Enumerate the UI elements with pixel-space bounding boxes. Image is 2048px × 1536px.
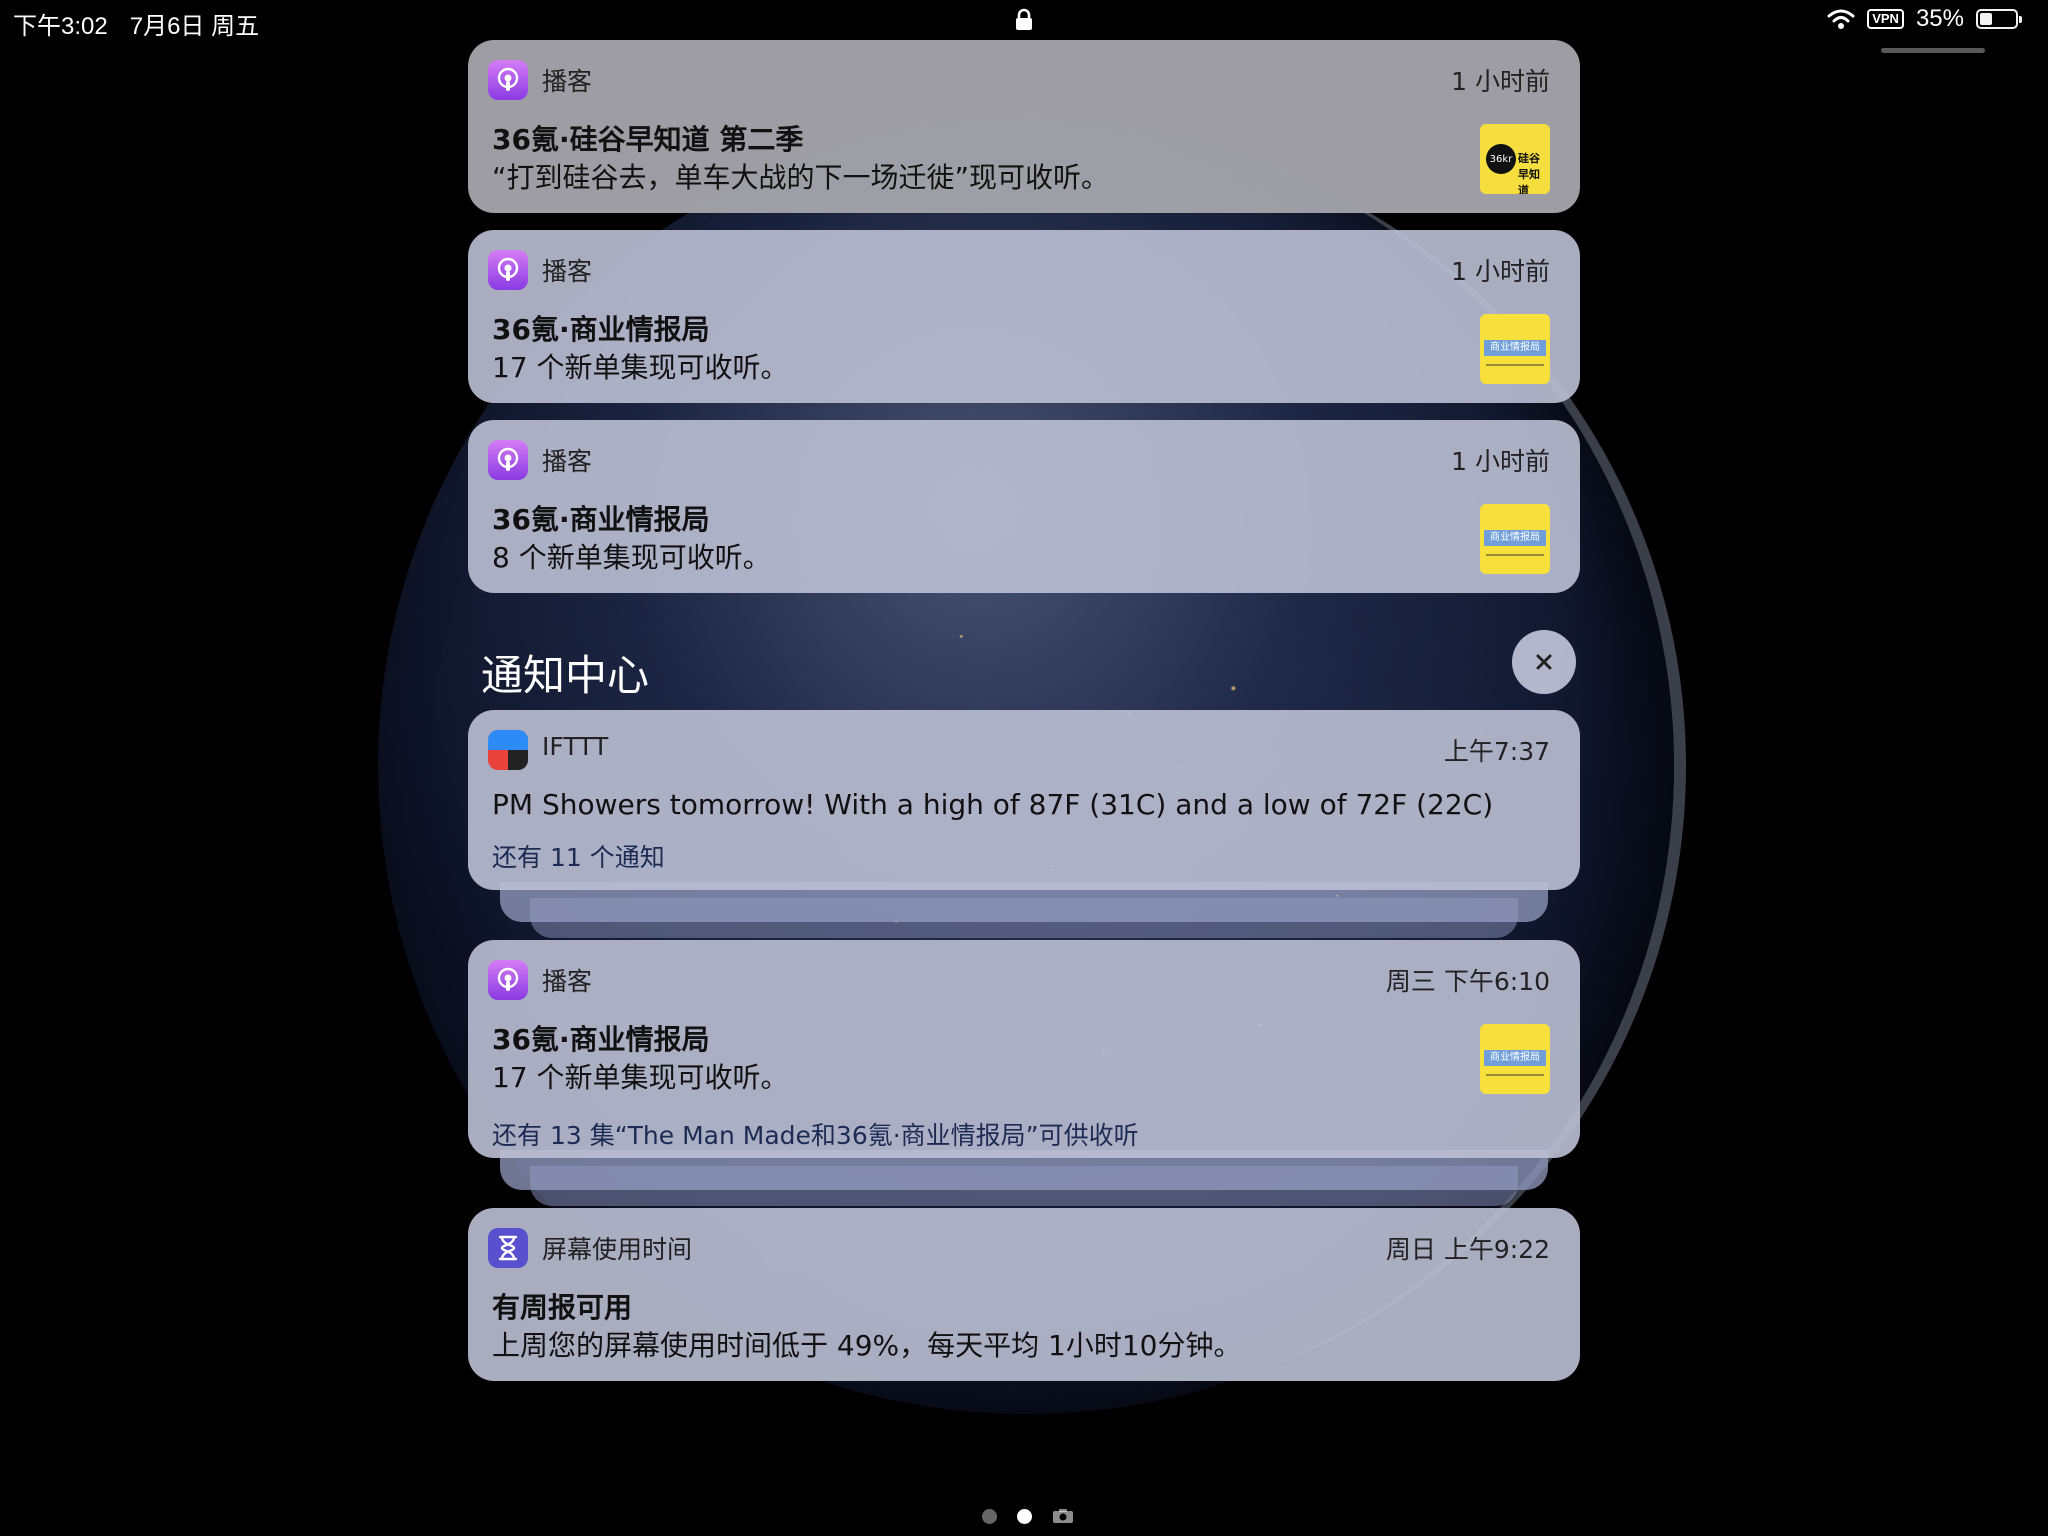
status-bar: 下午3:02 7月6日 周五 VPN 35%: [0, 0, 2048, 53]
page-dot[interactable]: [982, 1508, 997, 1524]
camera-icon[interactable]: [1052, 1508, 1074, 1524]
notification-time: 周日 上午9:22: [1385, 1235, 1550, 1264]
notification-body: PM Showers tomorrow! With a high of 87F …: [492, 788, 1494, 821]
battery-icon: [1976, 9, 2022, 29]
notification-card[interactable]: 播客 1 小时前 36氪·商业情报局 17 个新单集现可收听。 商业情报局: [468, 230, 1580, 403]
notification-group-ifttt[interactable]: IFTTT 上午7:37 PM Showers tomorrow! With a…: [468, 710, 1580, 890]
podcast-icon: [488, 960, 528, 1000]
notification-card[interactable]: 屏幕使用时间 周日 上午9:22 有周报可用 上周您的屏幕使用时间低于 49%，…: [468, 1208, 1580, 1381]
podcast-artwork: 商业情报局: [1480, 1024, 1550, 1094]
app-name: IFTTT: [542, 732, 609, 761]
notification-card[interactable]: 播客 1 小时前 36氪·商业情报局 8 个新单集现可收听。 商业情报局: [468, 420, 1580, 593]
notification-title: 36氪·硅谷早知道 第二季: [492, 123, 804, 156]
ifttt-icon: [488, 730, 528, 770]
notification-body: 17 个新单集现可收听。: [492, 1061, 789, 1094]
app-name: 播客: [542, 67, 593, 96]
app-name: 播客: [542, 447, 593, 476]
notification-title: 36氪·商业情报局: [492, 1023, 710, 1056]
notification-time: 1 小时前: [1451, 257, 1550, 286]
podcast-artwork: 36kr 硅谷早知道: [1480, 124, 1550, 194]
artwork-label: 硅谷早知道: [1518, 152, 1540, 194]
app-name: 播客: [542, 257, 593, 286]
hourglass-icon: [488, 1228, 528, 1268]
notification-time: 1 小时前: [1451, 447, 1550, 476]
podcast-artwork: 商业情报局: [1480, 504, 1550, 574]
close-button[interactable]: [1512, 630, 1576, 694]
app-name: 播客: [542, 967, 593, 996]
app-name: 屏幕使用时间: [542, 1235, 693, 1264]
vpn-badge: VPN: [1867, 9, 1904, 29]
notification-body: “打到硅谷去，单车大战的下一场迁徙”现可收听。: [492, 161, 1110, 194]
battery-percent: 35%: [1915, 5, 1964, 32]
artwork-label: 商业情报局: [1484, 340, 1546, 356]
more-notifications: 还有 11 个通知: [492, 843, 665, 872]
podcast-artwork: 商业情报局: [1480, 314, 1550, 384]
page-indicator[interactable]: [982, 1508, 1074, 1524]
notification-time: 1 小时前: [1451, 67, 1550, 96]
notification-title: 36氪·商业情报局: [492, 503, 710, 536]
battery-fill: [1980, 13, 1992, 25]
podcast-icon: [488, 250, 528, 290]
notification-title: 36氪·商业情报局: [492, 313, 710, 346]
lock-icon: [1016, 8, 1032, 30]
notification-card[interactable]: 播客 1 小时前 36氪·硅谷早知道 第二季 “打到硅谷去，单车大战的下一场迁徙…: [468, 40, 1580, 213]
notification-group-podcast[interactable]: 播客 周三 下午6:10 36氪·商业情报局 17 个新单集现可收听。 商业情报…: [468, 940, 1580, 1158]
close-icon: [1536, 654, 1552, 670]
podcast-icon: [488, 60, 528, 100]
notification-time: 上午7:37: [1443, 737, 1550, 766]
notification-body: 17 个新单集现可收听。: [492, 351, 789, 384]
notification-time: 周三 下午6:10: [1385, 967, 1550, 996]
notification-center-title: 通知中心: [481, 651, 650, 700]
status-date: 7月6日 周五: [129, 13, 260, 40]
status-time: 下午3:02: [13, 13, 108, 40]
wifi-icon: [1827, 9, 1855, 29]
podcast-icon: [488, 440, 528, 480]
notification-body: 8 个新单集现可收听。: [492, 541, 771, 574]
home-indicator: [1881, 48, 1985, 53]
more-notifications: 还有 13 集“The Man Made和36氪·商业情报局”可供收听: [492, 1121, 1139, 1150]
notification-body: 上周您的屏幕使用时间低于 49%，每天平均 1小时10分钟。: [492, 1329, 1242, 1362]
notification-title: 有周报可用: [492, 1291, 633, 1324]
artwork-label: 商业情报局: [1484, 530, 1546, 546]
page-dot-active[interactable]: [1017, 1508, 1032, 1524]
artwork-label: 商业情报局: [1484, 1050, 1546, 1066]
